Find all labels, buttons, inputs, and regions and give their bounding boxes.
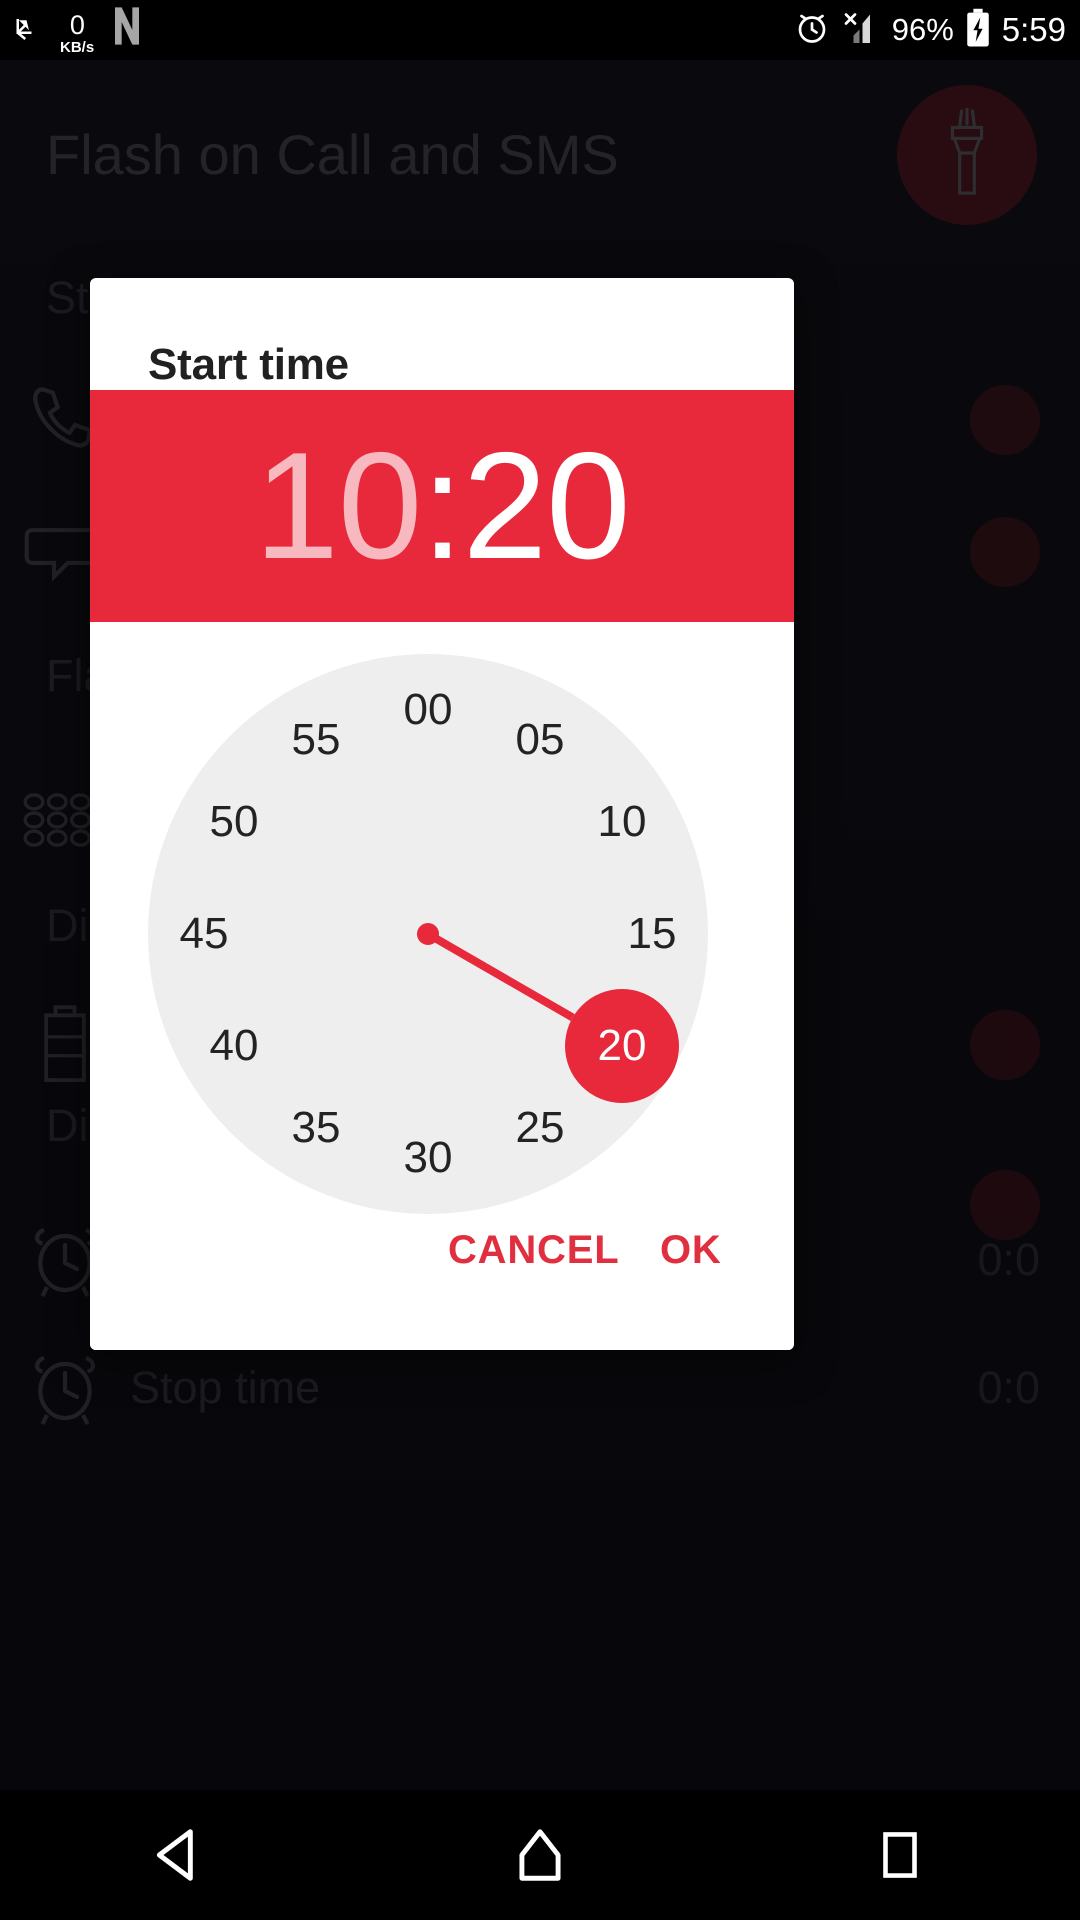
minutes-display[interactable]: 20 <box>463 430 631 582</box>
battery-charging-icon <box>965 8 991 53</box>
signal-no-sim-icon <box>841 10 881 51</box>
ok-button[interactable]: OK <box>660 1228 722 1273</box>
network-speed-value: 0 <box>69 9 85 40</box>
time-separator: : <box>421 421 463 591</box>
clock-tick-10[interactable]: 10 <box>584 784 660 860</box>
network-speed-unit: KB/s <box>60 38 95 56</box>
clock-tick-30[interactable]: 30 <box>390 1120 466 1196</box>
download-arrow-icon <box>14 14 44 49</box>
clock-face[interactable]: 00 05 10 15 20 25 30 35 40 45 50 55 <box>148 654 708 1214</box>
alarm-clock-icon <box>794 10 830 51</box>
clock-tick-50[interactable]: 50 <box>196 784 272 860</box>
clock-tick-00[interactable]: 00 <box>390 672 466 748</box>
clock-tick-40[interactable]: 40 <box>196 1008 272 1084</box>
dialog-title: Start time <box>148 340 349 389</box>
netflix-n-icon <box>110 6 144 51</box>
status-bar-right: 96% 5:59 <box>794 8 1066 53</box>
app-window: Flash on Call and SMS Sta <box>0 60 1080 1850</box>
clock-tick-20[interactable]: 20 <box>564 989 679 1103</box>
clock-tick-45[interactable]: 45 <box>166 896 242 972</box>
status-bar: 0 KB/s 96% 5:59 <box>0 0 1080 60</box>
home-icon[interactable] <box>470 1790 610 1920</box>
clock-tick-15[interactable]: 15 <box>614 896 690 972</box>
time-display-banner: 10 : 20 <box>90 390 794 622</box>
time-picker-dialog: Start time 10 : 20 00 05 10 15 20 25 30 35 40 45 5… <box>90 278 794 1350</box>
network-speed: 0 KB/s <box>60 9 95 56</box>
clock-tick-25[interactable]: 25 <box>502 1090 578 1166</box>
status-bar-clock: 5:59 <box>1001 11 1066 48</box>
recents-square-icon[interactable] <box>830 1790 970 1920</box>
clock-tick-35[interactable]: 35 <box>278 1090 354 1166</box>
cancel-button[interactable]: CANCEL <box>448 1228 619 1273</box>
battery-percent: 96% <box>891 12 954 47</box>
dialog-actions: CANCEL OK <box>90 1200 794 1350</box>
system-navigation-bar <box>0 1790 1080 1920</box>
status-bar-left: 0 KB/s <box>14 6 144 55</box>
back-triangle-icon[interactable] <box>110 1790 250 1920</box>
clock-tick-05[interactable]: 05 <box>502 702 578 778</box>
clock-tick-55[interactable]: 55 <box>278 702 354 778</box>
hours-display[interactable]: 10 <box>254 430 422 582</box>
